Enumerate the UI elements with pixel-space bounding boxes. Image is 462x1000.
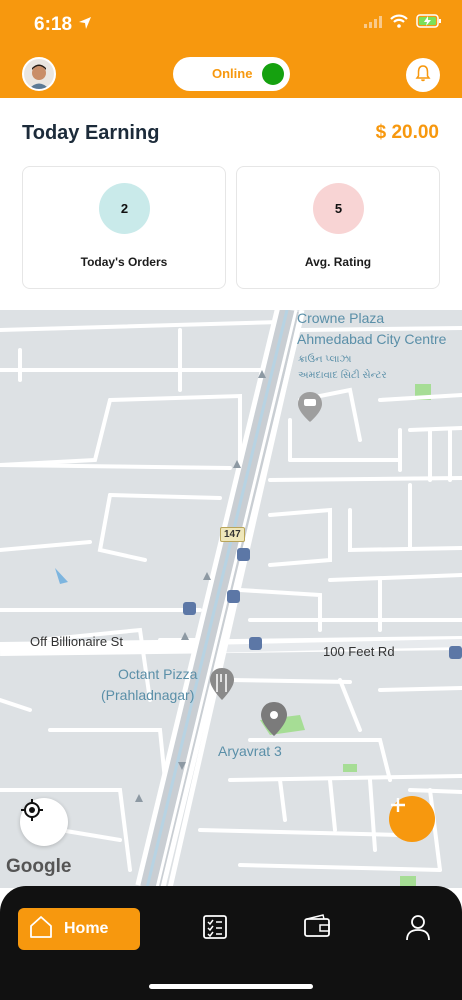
map-label-hotel-gu1: ક્રાઉન પ્લાઝા xyxy=(298,354,352,365)
battery-charging-icon xyxy=(416,14,442,33)
online-toggle-label: Online xyxy=(212,66,253,81)
map-view[interactable]: Crowne Plaza Ahmedabad City Centre ક્રાઉ… xyxy=(0,310,462,888)
map-label-hotel-gu2: અમદાવાદ સિટી સેન્ટર xyxy=(298,370,387,381)
map-label-hotel-line1: Crowne Plaza xyxy=(297,310,385,326)
avatar[interactable] xyxy=(22,57,56,91)
user-icon xyxy=(405,913,431,946)
wallet-icon xyxy=(303,913,331,946)
map-label-road-billionaire: Off Billionaire St xyxy=(30,634,123,649)
nav-home-label: Home xyxy=(64,920,109,937)
status-indicators xyxy=(364,14,442,33)
google-attribution: Google xyxy=(6,856,72,877)
map-label-aryavrat: Aryavrat 3 xyxy=(218,743,282,759)
rating-value: 5 xyxy=(313,183,364,234)
add-button[interactable] xyxy=(389,796,435,842)
home-indicator xyxy=(149,984,313,989)
toggle-knob xyxy=(262,63,284,85)
location-arrow-icon xyxy=(78,16,92,35)
map-label-pizza-line1: Octant Pizza xyxy=(118,666,198,682)
orders-label: Today's Orders xyxy=(80,255,168,269)
stat-card-orders[interactable]: 2 Today's Orders xyxy=(22,166,226,289)
map-label-hotel-line2: Ahmedabad City Centre xyxy=(297,331,447,347)
earnings-value: $ 20.00 xyxy=(375,122,439,143)
nav-profile-button[interactable] xyxy=(403,914,433,944)
profile-photo-icon xyxy=(24,59,54,89)
rating-label: Avg. Rating xyxy=(304,255,372,269)
map-label-pizza-line2: (Prahladnagar) xyxy=(101,687,195,703)
nav-home-button[interactable]: Home xyxy=(18,908,140,950)
status-time: 6:18 xyxy=(34,14,73,35)
earnings-title: Today Earning xyxy=(22,122,160,144)
map-label-road-100ft: 100 Feet Rd xyxy=(323,644,395,659)
bottom-nav: Home xyxy=(0,886,462,1000)
home-icon xyxy=(28,914,54,945)
bell-icon xyxy=(415,64,431,87)
notification-button[interactable] xyxy=(406,58,440,92)
wifi-icon xyxy=(390,14,408,33)
nav-wallet-button[interactable] xyxy=(302,913,332,946)
checklist-icon xyxy=(201,913,229,946)
locate-me-button[interactable] xyxy=(20,798,68,846)
orders-count: 2 xyxy=(99,183,150,234)
online-toggle[interactable]: Online xyxy=(173,57,290,91)
highway-shield: 147 xyxy=(220,527,245,542)
signal-icon xyxy=(364,15,382,33)
stat-card-rating[interactable]: 5 Avg. Rating xyxy=(236,166,440,289)
app-header: 6:18 Online xyxy=(0,0,462,98)
nav-orders-button[interactable] xyxy=(200,914,230,944)
